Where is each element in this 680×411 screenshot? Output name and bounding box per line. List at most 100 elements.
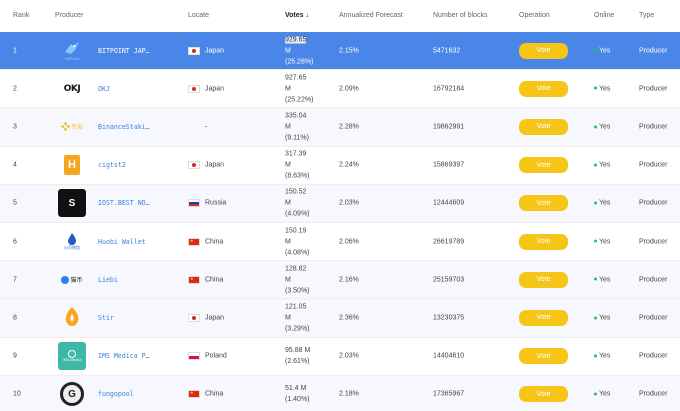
producer-name-link[interactable]: BITPOINT JAP… (98, 47, 150, 55)
producer-name-link[interactable]: Liebi (98, 276, 118, 284)
votes-cell: 121.05 M (3.29%) (285, 303, 310, 333)
china-flag-icon: ★ (188, 390, 200, 399)
forecast-cell: 2.03% (339, 352, 359, 360)
producer-name-link[interactable]: IOST.BEST NO… (98, 199, 150, 207)
vote-button[interactable]: Vote (519, 118, 568, 135)
china-flag-icon: ★ (188, 275, 200, 284)
online-dot-icon (594, 86, 597, 90)
producer-name-link[interactable]: Huobi Wallet (98, 238, 146, 246)
blocks-cell: 13230375 (433, 314, 465, 322)
type-cell: Producer (639, 390, 668, 398)
table-row[interactable]: 2 OKJ OKJ Japan 927.65 M (25.22%) 2.09% 16792184… (0, 70, 680, 109)
binance-logo-icon[interactable]: 币安 (58, 113, 86, 141)
type-cell: Producer (639, 276, 668, 284)
online-status: Yes (594, 353, 610, 360)
rank-cell: 10 (13, 390, 21, 398)
header-forecast[interactable]: Annualized Forecast (339, 12, 403, 19)
producer-name-link[interactable]: BinanceStaki… (98, 123, 150, 131)
table-row[interactable]: 7 猫币 Liebi ★ China 128.82 M (3.50%) 2.16% 2515970… (0, 261, 680, 300)
online-dot-icon (594, 277, 597, 281)
vote-button[interactable]: Vote (519, 309, 568, 326)
header-type[interactable]: Type (639, 12, 654, 19)
producer-name-link[interactable]: fungopool (98, 390, 134, 398)
vote-button[interactable]: Vote (519, 386, 568, 403)
online-dot-icon (594, 354, 597, 358)
iost-best-logo-icon[interactable]: S (58, 189, 86, 218)
vote-button[interactable]: Vote (519, 233, 568, 250)
producer-name-link[interactable]: IMS Medica P… (98, 352, 150, 360)
online-status: Yes (594, 391, 610, 398)
blocks-cell: 19862991 (433, 123, 465, 131)
locate-cell: Russia (205, 199, 227, 207)
table-row[interactable]: 1 BitPoint BITPOINT JAP… Japan 929.65 M (25.28… (0, 32, 680, 71)
stir-flame-logo-icon[interactable] (58, 304, 86, 332)
votes-cell: 95.88 M (2.61%) (285, 347, 311, 366)
forecast-cell: 2.36% (339, 314, 359, 322)
producer-name-link[interactable]: Stir (98, 314, 114, 322)
bird-logo-icon[interactable]: BitPoint (58, 37, 86, 65)
vote-button[interactable]: Vote (519, 195, 568, 212)
table-row[interactable]: 4 Hcigtst2 Japan 317.39 M (8.63%) 2.24% 1586939… (0, 146, 680, 185)
type-cell: Producer (639, 85, 668, 93)
okj-logo-icon[interactable]: OKJ (58, 75, 86, 103)
locate-cell: Japan (205, 47, 225, 55)
votes-cell: 927.65 M (25.22%) (285, 74, 314, 104)
forecast-cell: 2.24% (339, 161, 359, 169)
votes-cell: 335.04 M (9.11%) (285, 112, 309, 142)
japan-flag-icon (188, 46, 200, 55)
blocks-cell: 15869397 (433, 161, 465, 169)
cigtst2-logo-icon[interactable]: H (58, 151, 86, 179)
fungopool-logo-icon[interactable]: G (58, 380, 86, 408)
table-row[interactable]: 9 IMS Medica IMS Medica P… Poland 95.88 M (2.… (0, 337, 680, 376)
online-status: Yes (594, 123, 610, 130)
huobi-logo-icon[interactable]: 火币钱包 (58, 228, 86, 256)
header-blocks[interactable]: Number of blocks (433, 12, 487, 19)
rank-cell: 7 (13, 276, 17, 284)
header-locate[interactable]: Locate (188, 12, 209, 19)
rank-cell: 8 (13, 314, 17, 322)
type-cell: Producer (639, 161, 668, 169)
header-votes-sort[interactable]: Votes ↓ (285, 12, 309, 19)
liebi-logo-icon[interactable]: 猫币 (58, 266, 86, 294)
online-dot-icon (594, 48, 597, 52)
blocks-cell: 26619789 (433, 238, 465, 246)
vote-button[interactable]: Vote (519, 42, 568, 59)
vote-button[interactable]: Vote (519, 348, 568, 365)
online-dot-icon (594, 201, 597, 205)
vote-button[interactable]: Vote (519, 157, 568, 174)
locate-cell: China (205, 390, 224, 398)
online-status: Yes (594, 85, 610, 92)
forecast-cell: 2.15% (339, 47, 359, 55)
table-row[interactable]: 10 Gfungopool ★ China 51.4 M (1.40%) 2.18% 1736… (0, 375, 680, 411)
vote-button[interactable]: Vote (519, 80, 568, 97)
header-producer[interactable]: Producer (55, 12, 83, 19)
vote-button[interactable]: Vote (519, 271, 568, 288)
table-row[interactable]: 8 Stir Japan 121.05 M (3.29%) 2.36% 13230375 Vot… (0, 299, 680, 338)
locate-cell: Japan (205, 314, 225, 322)
header-online[interactable]: Online (594, 12, 614, 19)
russia-flag-icon (188, 199, 200, 208)
rank-cell: 4 (13, 161, 17, 169)
header-rank[interactable]: Rank (13, 12, 29, 19)
online-status: Yes (594, 238, 610, 245)
votes-cell: 150.52 M (4.09%) (285, 188, 310, 218)
table-row[interactable]: 6 火币钱包 Huobi Wallet ★ China 150.19 M (4.08%) 2.0… (0, 222, 680, 262)
online-dot-icon (594, 239, 597, 243)
producer-name-link[interactable]: OKJ (98, 85, 110, 93)
blocks-cell: 17365967 (433, 390, 465, 398)
producer-table: Rank Producer Locate Votes ↓ Annualized … (0, 0, 680, 411)
locate-cell: China (205, 276, 224, 284)
table-row[interactable]: 5 S IOST.BEST NO… Russia 150.52 M (4.09%) 2.03%… (0, 184, 680, 223)
votes-cell: 128.82 M (3.50%) (285, 265, 310, 295)
table-row[interactable]: 3 币安 BinanceStaki… - 335.04 M (9.11%) 2.28% 1986… (0, 108, 680, 147)
poland-flag-icon (188, 352, 200, 361)
blocks-cell: 14404610 (433, 352, 465, 360)
rank-cell: 1 (13, 47, 17, 55)
producer-name-link[interactable]: cigtst2 (98, 161, 126, 169)
votes-cell: 929.65 M (25.28%) (285, 36, 314, 66)
online-dot-icon (594, 392, 597, 396)
online-dot-icon (594, 125, 597, 129)
rank-cell: 9 (13, 352, 17, 360)
ims-medica-logo-icon[interactable]: IMS Medica (58, 342, 86, 371)
online-dot-icon (594, 163, 597, 167)
